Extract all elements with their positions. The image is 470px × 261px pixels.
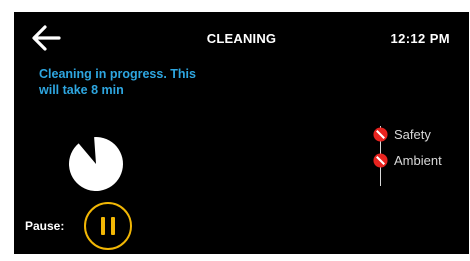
- pause-button[interactable]: [84, 202, 132, 250]
- sensor-ambient-label: Ambient: [394, 153, 442, 168]
- pause-label: Pause:: [25, 219, 65, 233]
- sensor-safety-label: Safety: [394, 127, 431, 142]
- clock: 12:12 PM: [390, 31, 450, 46]
- progress-dial: [69, 137, 123, 191]
- pause-icon: [101, 217, 105, 235]
- cleaning-screen: CLEANING 12:12 PM Cleaning in progress. …: [14, 12, 469, 254]
- progress-dial-fill: [69, 137, 123, 191]
- no-entry-icon: [373, 127, 388, 142]
- pause-icon: [111, 217, 115, 235]
- no-entry-icon: [373, 153, 388, 168]
- status-message: Cleaning in progress. This will take 8 m…: [39, 67, 196, 97]
